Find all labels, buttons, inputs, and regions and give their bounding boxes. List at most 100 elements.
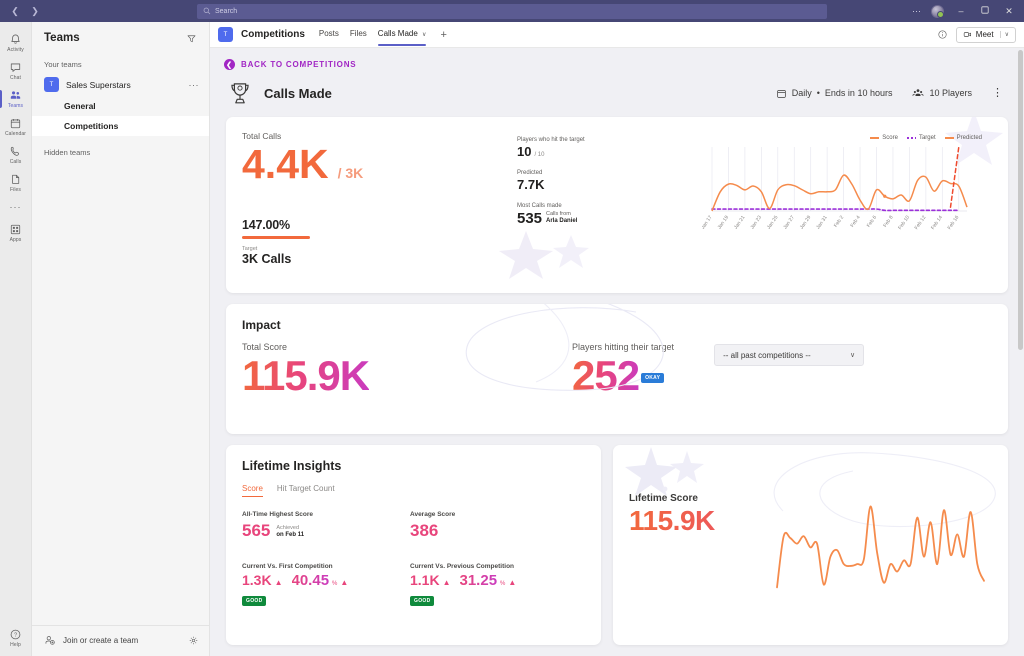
lifetime-score-sparkline xyxy=(776,505,985,589)
overview-stats-block: Players who hit the target 10/ 10 Predic… xyxy=(517,131,702,279)
vs-previous-competition-block: Current Vs. Previous Competition 1.1K ▲ … xyxy=(410,563,578,607)
info-circle-icon[interactable] xyxy=(937,29,948,40)
tab-hit-target-count[interactable]: Hit Target Count xyxy=(277,484,335,497)
hit-target-value-row: 10/ 10 xyxy=(517,144,702,159)
teams-pane-spacer xyxy=(32,161,209,625)
hit-target-value: 10 xyxy=(517,144,532,159)
chat-icon xyxy=(10,63,21,72)
gear-icon[interactable] xyxy=(188,635,199,646)
sidebar-item-more[interactable]: ··· xyxy=(0,196,32,218)
vs-previous-value-row: 1.1K ▲ 31.25 % ▲ xyxy=(410,572,578,589)
tab-score[interactable]: Score xyxy=(242,484,263,497)
add-person-icon xyxy=(45,636,55,645)
your-teams-label: Your teams xyxy=(44,60,82,69)
meet-dropdown-caret[interactable]: ∨ xyxy=(999,31,1009,38)
most-calls-person: Calls from Arla Daniel xyxy=(546,211,577,227)
scrollbar-thumb[interactable] xyxy=(1018,50,1023,350)
vs-previous-label: Current Vs. Previous Competition xyxy=(410,563,515,570)
sidebar-item-chat[interactable]: Chat xyxy=(0,56,32,84)
chevron-down-icon[interactable]: ∨ xyxy=(422,32,426,38)
join-or-create-team-button[interactable]: Join or create a team xyxy=(32,625,209,656)
lifetime-insights-row-1: All-Time Highest Score 565 Achieved on F… xyxy=(242,511,585,541)
hidden-teams-label[interactable]: Hidden teams xyxy=(32,136,209,161)
bell-icon xyxy=(11,34,20,44)
avatar[interactable] xyxy=(931,4,944,18)
channel-item-competitions[interactable]: Competitions xyxy=(32,116,209,136)
tab-posts[interactable]: Posts xyxy=(319,29,339,40)
legend-swatch-predicted xyxy=(944,137,954,139)
search-input[interactable]: Search xyxy=(197,3,827,19)
svg-text:Jan 25: Jan 25 xyxy=(766,215,780,231)
content-scrollbar[interactable] xyxy=(1018,48,1023,656)
team-more-icon[interactable]: ··· xyxy=(189,80,200,90)
arrow-left-circle-icon: ❮ xyxy=(224,59,235,70)
impact-card: Impact Total Score 115.9K Players hittin… xyxy=(226,304,1008,434)
sidebar-item-files[interactable]: Files xyxy=(0,168,32,196)
search-icon xyxy=(203,7,211,15)
teams-pane: Teams Your teams T Sales Superstars ··· … xyxy=(32,22,210,656)
hit-target-stat: Players who hit the target 10/ 10 xyxy=(517,137,702,159)
svg-text:Jan 29: Jan 29 xyxy=(799,215,813,231)
team-row-sales-superstars[interactable]: T Sales Superstars ··· xyxy=(32,73,209,96)
channel-tabs: Posts Files Calls Made ∨ + xyxy=(319,29,447,46)
filter-icon[interactable] xyxy=(186,33,197,44)
up-arrow-icon: ▲ xyxy=(274,578,283,587)
maximize-button[interactable] xyxy=(978,6,992,16)
predicted-label: Predicted xyxy=(517,170,543,176)
svg-text:Jan 27: Jan 27 xyxy=(782,215,796,231)
tab-calls-made[interactable]: Calls Made ∨ xyxy=(377,29,426,46)
apps-grid-icon xyxy=(10,224,21,235)
page-title: Competitions xyxy=(241,29,305,40)
file-icon xyxy=(12,174,20,184)
percent-progress-bar xyxy=(242,236,310,239)
chevron-down-icon: ∨ xyxy=(849,352,856,359)
team-name: Sales Superstars xyxy=(66,79,131,90)
back-to-competitions-link[interactable]: ❮ BACK TO COMPETITIONS xyxy=(210,48,1024,70)
trophy-icon xyxy=(231,83,249,104)
lifetime-insights-row-2: Current Vs. First Competition 1.3K ▲ 40.… xyxy=(242,563,585,607)
sidebar-label-chat: Chat xyxy=(10,75,21,81)
highest-score-achieved: Achieved on Feb 11 xyxy=(276,525,304,541)
back-icon[interactable]: ❮ xyxy=(8,4,22,18)
legend-swatch-score xyxy=(870,137,880,139)
history-nav: ❮ ❯ xyxy=(0,4,197,18)
kebab-menu-icon[interactable]: ⋮ xyxy=(992,88,1004,99)
total-calls-label: Total Calls xyxy=(242,131,282,141)
target-value: 3K Calls xyxy=(242,251,292,266)
minimize-button[interactable]: – xyxy=(954,6,968,16)
channel-item-general[interactable]: General xyxy=(32,96,209,116)
app-rail: Activity Chat Teams Calendar Calls Files xyxy=(0,22,32,656)
close-button[interactable]: ✕ xyxy=(1002,6,1016,17)
competition-meta: Daily • Ends in 10 hours 10 Players ⋮ xyxy=(776,87,1004,99)
lifetime-score-card: Lifetime Score 115.9K xyxy=(613,445,1008,645)
svg-text:Feb 10: Feb 10 xyxy=(897,215,911,231)
status-badge-okay: OKAY xyxy=(641,372,665,383)
most-calls-sub1: Calls from xyxy=(546,211,571,217)
more-options-icon[interactable]: ··· xyxy=(912,6,921,16)
sidebar-item-teams[interactable]: Teams xyxy=(0,84,32,112)
status-badge-good-previous: GOOD xyxy=(410,596,435,606)
players-label: 10 Players xyxy=(929,88,972,98)
sidebar-item-apps[interactable]: Apps xyxy=(0,218,32,246)
total-calls-value-row: 4.4K / 3K xyxy=(242,141,517,196)
vs-first-label: Current Vs. First Competition xyxy=(242,563,333,570)
calendar-icon xyxy=(10,118,21,129)
competition-schedule: Daily • Ends in 10 hours xyxy=(776,88,892,99)
competition-players: 10 Players xyxy=(912,87,972,99)
sidebar-item-calendar[interactable]: Calendar xyxy=(0,112,32,140)
most-calls-sub2: Arla Daniel xyxy=(546,218,578,224)
vs-previous-percent-symbol: % xyxy=(500,581,506,587)
tab-files[interactable]: Files xyxy=(350,29,367,40)
sidebar-item-calls[interactable]: Calls xyxy=(0,140,32,168)
svg-text:Feb 4: Feb 4 xyxy=(849,215,861,229)
sidebar-item-help[interactable]: ? Help xyxy=(0,623,32,656)
teams-pane-header: Teams xyxy=(32,22,209,53)
schedule-label: Daily xyxy=(791,88,812,98)
add-tab-icon[interactable]: + xyxy=(440,29,446,41)
total-calls-target: / 3K xyxy=(337,165,364,181)
sidebar-item-activity[interactable]: Activity xyxy=(0,28,32,56)
meet-button[interactable]: Meet ∨ xyxy=(955,26,1016,43)
highest-score-label: All-Time Highest Score xyxy=(242,511,314,518)
forward-icon[interactable]: ❯ xyxy=(28,4,42,18)
svg-text:Jan 17: Jan 17 xyxy=(702,215,714,231)
